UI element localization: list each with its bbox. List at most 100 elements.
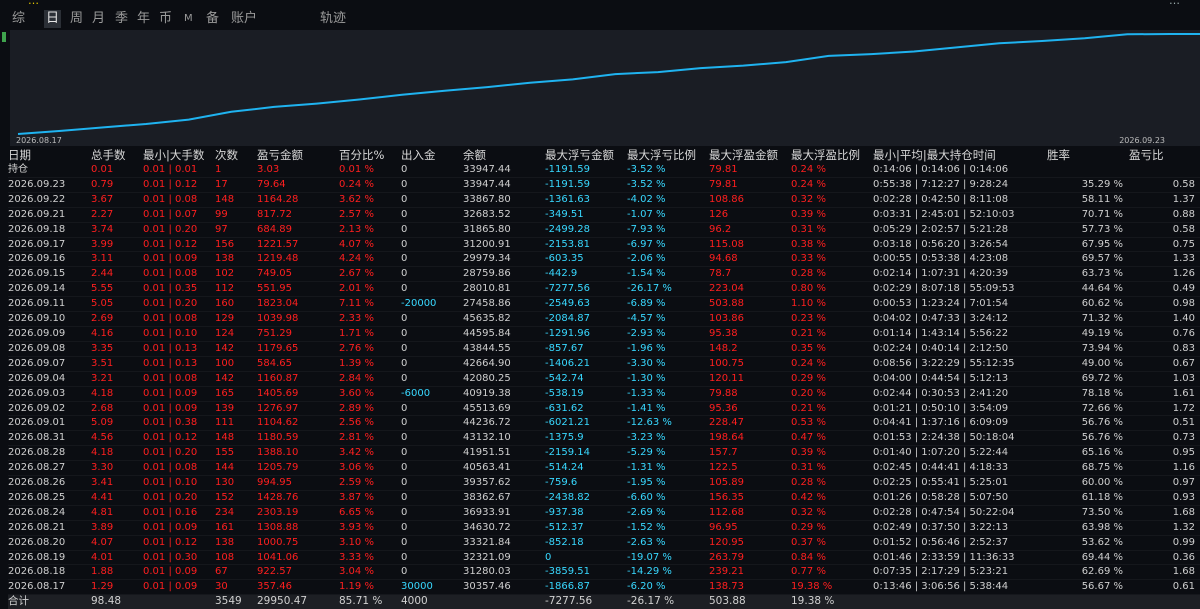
holding-row[interactable]: 持仓 0.01 0.01 | 0.01 1 3.03 0.01 % 0 33947.44 -11… (8, 163, 1200, 178)
column-header[interactable]: 盈亏金额 (257, 148, 339, 163)
table-cell (1047, 163, 1129, 178)
table-cell: 0 (401, 207, 463, 223)
tab-0[interactable]: 综 (10, 10, 27, 28)
tab-3[interactable]: 月 (90, 10, 107, 28)
table-row[interactable]: 2026.09.22 3.67 0.01 | 0.08 148 1164.28 3.62 … (8, 192, 1200, 208)
tab-6[interactable]: 币 (157, 10, 174, 28)
table-cell: 4.18 (91, 445, 143, 462)
table-cell: 2026.09.04 (8, 371, 91, 387)
table-cell: 0 (401, 505, 463, 521)
table-row[interactable]: 2026.09.17 3.99 0.01 | 0.12 156 1221.57 4.07 … (8, 237, 1200, 253)
table-cell: 0 (545, 550, 627, 566)
table-cell: 0 (401, 415, 463, 432)
table-cell: 0 (401, 460, 463, 477)
table-cell: 2026.09.07 (8, 356, 91, 372)
table-cell: 0.24 % (791, 163, 873, 178)
table-cell: 95.36 (709, 401, 791, 417)
tab-5[interactable]: 年 (135, 10, 152, 28)
table-row[interactable]: 2026.08.17 1.29 0.01 | 0.09 30 357.46 1.19 % 3… (8, 579, 1200, 596)
table-row[interactable]: 2026.09.08 3.35 0.01 | 0.13 142 1179.65 2.76 … (8, 341, 1200, 357)
table-cell: 0.58 (1129, 222, 1200, 238)
table-row[interactable]: 2026.09.02 2.68 0.01 | 0.09 139 1276.97 2.89 … (8, 401, 1200, 417)
column-header[interactable]: 最大浮亏比例 (627, 148, 709, 163)
table-cell: 3.04 % (339, 564, 401, 581)
table-cell: 0.31 % (791, 460, 873, 477)
table-row[interactable]: 2026.09.11 5.05 0.01 | 0.20 160 1823.04 7.11 … (8, 296, 1200, 313)
table-row[interactable]: 2026.09.18 3.74 0.01 | 0.20 97 684.89 2.13 % 0… (8, 222, 1200, 238)
column-header[interactable]: 余额 (463, 148, 545, 163)
table-cell: 112.68 (709, 505, 791, 521)
table-row[interactable]: 2026.08.21 3.89 0.01 | 0.09 161 1308.88 3.93 … (8, 520, 1200, 536)
tab-1[interactable]: 日 (44, 10, 62, 28)
column-header[interactable]: 胜率 (1047, 148, 1129, 163)
table-cell: -6.97 % (627, 237, 709, 253)
table-cell: 63.73 % (1047, 266, 1129, 283)
table-row[interactable]: 2026.09.14 5.55 0.01 | 0.35 112 551.95 2.01 %… (8, 281, 1200, 298)
table-cell: 3.87 % (339, 490, 401, 506)
table-row[interactable]: 2026.08.27 3.30 0.01 | 0.08 144 1205.79 3.06 … (8, 460, 1200, 477)
column-header[interactable]: 最小|平均|最大持仓时间 (873, 148, 1047, 163)
tab-8[interactable]: 备 (204, 10, 221, 28)
column-header[interactable]: 最大浮盈比例 (791, 148, 873, 163)
table-cell: 100 (215, 356, 257, 372)
table-row[interactable]: 2026.08.19 4.01 0.01 | 0.30 108 1041.06 3.33 … (8, 550, 1200, 566)
table-cell: -3.30 % (627, 356, 709, 372)
table-cell: 0.39 % (791, 207, 873, 223)
table-cell: 17 (215, 177, 257, 193)
tab-10[interactable]: 轨迹 (318, 10, 348, 28)
table-cell: 0.47 % (791, 430, 873, 447)
table-row[interactable]: 2026.09.21 2.27 0.01 | 0.07 99 817.72 2.57 % 0… (8, 207, 1200, 223)
table-cell: -442.9 (545, 266, 627, 283)
table-row[interactable]: 2026.09.16 3.11 0.01 | 0.09 138 1219.48 4.24 … (8, 251, 1200, 268)
column-header[interactable]: 盈亏比 (1129, 148, 1200, 163)
table-row[interactable]: 2026.09.10 2.69 0.01 | 0.08 129 1039.98 2.33 … (8, 311, 1200, 327)
tab-9[interactable]: 账户 (229, 10, 259, 28)
table-cell: 120.11 (709, 371, 791, 387)
tab-4[interactable]: 季 (113, 10, 130, 28)
table-cell: 0.01 | 0.35 (143, 281, 215, 298)
table-cell: 0:02:24 | 0:40:14 | 2:12:50 (873, 341, 1047, 357)
table-cell: 1308.88 (257, 520, 339, 536)
table-row[interactable]: 2026.08.28 4.18 0.01 | 0.20 155 1388.10 3.42 … (8, 445, 1200, 462)
table-cell: 28010.81 (463, 281, 545, 298)
table-cell: 4.18 (91, 386, 143, 402)
table-cell (1129, 163, 1200, 178)
column-header[interactable]: 百分比% (339, 148, 401, 163)
table-row[interactable]: 2026.08.31 4.56 0.01 | 0.12 148 1180.59 2.81 … (8, 430, 1200, 447)
column-header[interactable]: 日期 (8, 148, 91, 163)
table-row[interactable]: 2026.09.09 4.16 0.01 | 0.10 124 751.29 1.71 %… (8, 326, 1200, 342)
table-cell: 0 (401, 341, 463, 357)
column-header[interactable]: 总手数 (91, 148, 143, 163)
table-row[interactable]: 2026.09.01 5.09 0.01 | 0.38 111 1104.62 2.56 … (8, 415, 1200, 432)
table-cell: 1221.57 (257, 237, 339, 253)
column-header[interactable]: 出入金 (401, 148, 463, 163)
table-cell: 78.7 (709, 266, 791, 283)
table-row[interactable]: 2026.08.26 3.41 0.01 | 0.10 130 994.95 2.59 %… (8, 475, 1200, 491)
table-row[interactable]: 2026.09.03 4.18 0.01 | 0.09 165 1405.69 3.60 … (8, 386, 1200, 402)
tab-7[interactable]: M (182, 10, 195, 28)
table-row[interactable]: 2026.08.20 4.07 0.01 | 0.12 138 1000.75 3.10 … (8, 535, 1200, 551)
table-row[interactable]: 2026.09.07 3.51 0.01 | 0.13 100 584.65 1.39 %… (8, 356, 1200, 372)
table-cell: 70.71 % (1047, 207, 1129, 223)
table-cell: 44236.72 (463, 415, 545, 432)
table-cell: 42080.25 (463, 371, 545, 387)
table-row[interactable]: 2026.08.18 1.88 0.01 | 0.09 67 922.57 3.04 % 0… (8, 564, 1200, 581)
table-cell: 2.13 % (339, 222, 401, 238)
table-cell: 122.5 (709, 460, 791, 477)
column-header[interactable]: 次数 (215, 148, 257, 163)
table-row[interactable]: 2026.08.24 4.81 0.01 | 0.16 234 2303.19 6.65 … (8, 505, 1200, 521)
table-cell: 30357.46 (463, 579, 545, 596)
table-cell: 156 (215, 237, 257, 253)
table-row[interactable]: 2026.09.23 0.79 0.01 | 0.12 17 79.64 0.24 % 0 3… (8, 177, 1200, 193)
table-row[interactable]: 2026.09.04 3.21 0.01 | 0.08 142 1160.87 2.84 … (8, 371, 1200, 387)
table-cell: 33947.44 (463, 163, 545, 178)
column-header[interactable]: 最大浮盈金额 (709, 148, 791, 163)
column-header[interactable]: 最大浮亏金额 (545, 148, 627, 163)
table-cell: 5.05 (91, 296, 143, 313)
table-row[interactable]: 2026.09.15 2.44 0.01 | 0.08 102 749.05 2.67 %… (8, 266, 1200, 283)
table-row[interactable]: 2026.08.25 4.41 0.01 | 0.20 152 1428.76 3.87 … (8, 490, 1200, 506)
table-cell: -512.37 (545, 520, 627, 536)
tab-2[interactable]: 周 (68, 10, 85, 28)
table-cell: -1191.59 (545, 177, 627, 193)
column-header[interactable]: 最小|大手数 (143, 148, 215, 163)
